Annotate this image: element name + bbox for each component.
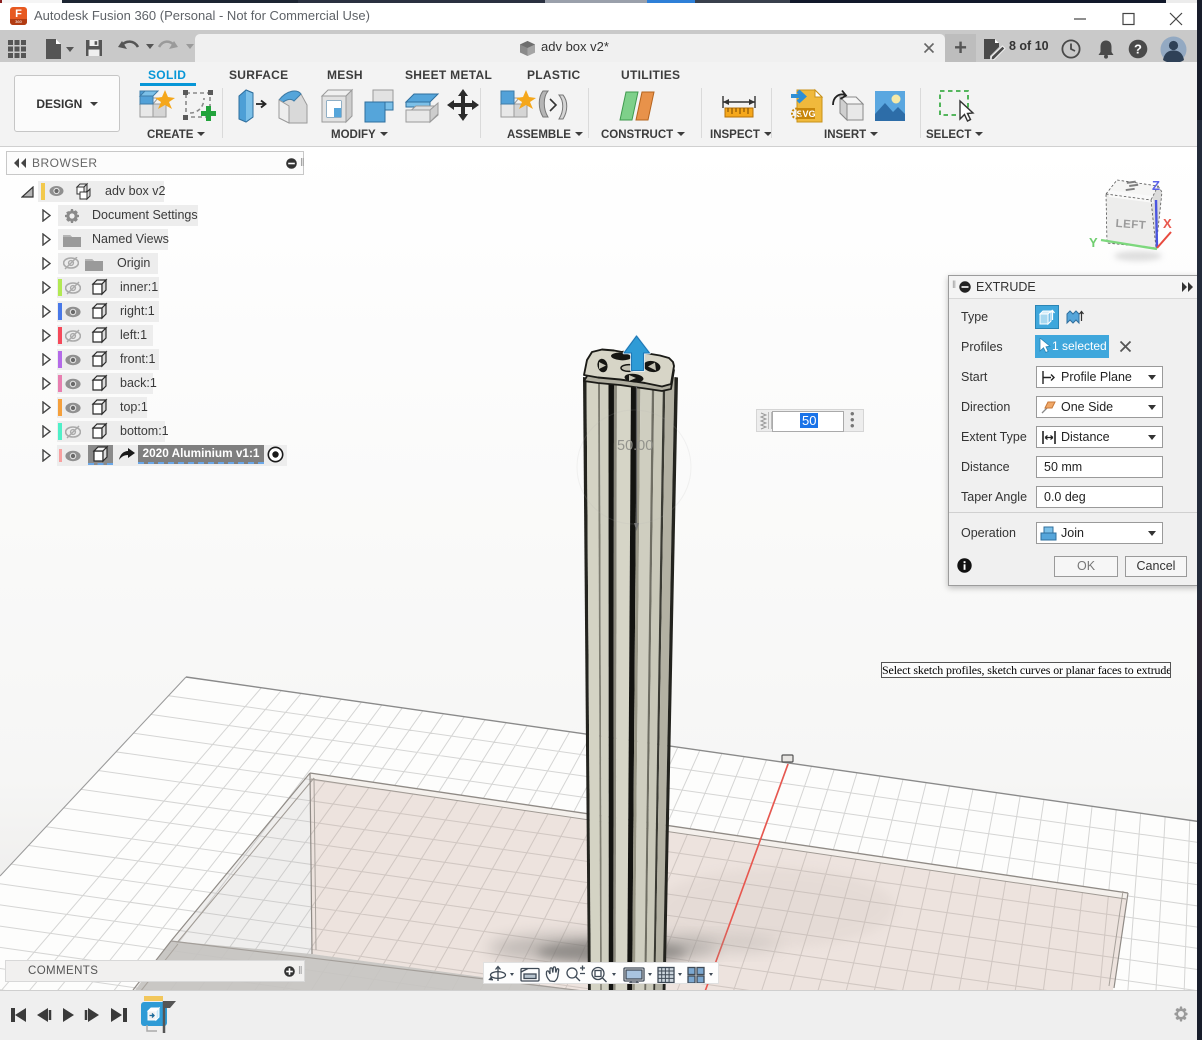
svg-text:X: X: [1163, 216, 1172, 231]
svg-text:LEFT: LEFT: [1115, 218, 1147, 232]
svg-text:Z: Z: [1152, 178, 1160, 193]
svg-text:50.00: 50.00: [617, 438, 653, 454]
svg-text:?: ?: [1134, 42, 1142, 57]
svg-text:Y: Y: [1089, 235, 1098, 250]
